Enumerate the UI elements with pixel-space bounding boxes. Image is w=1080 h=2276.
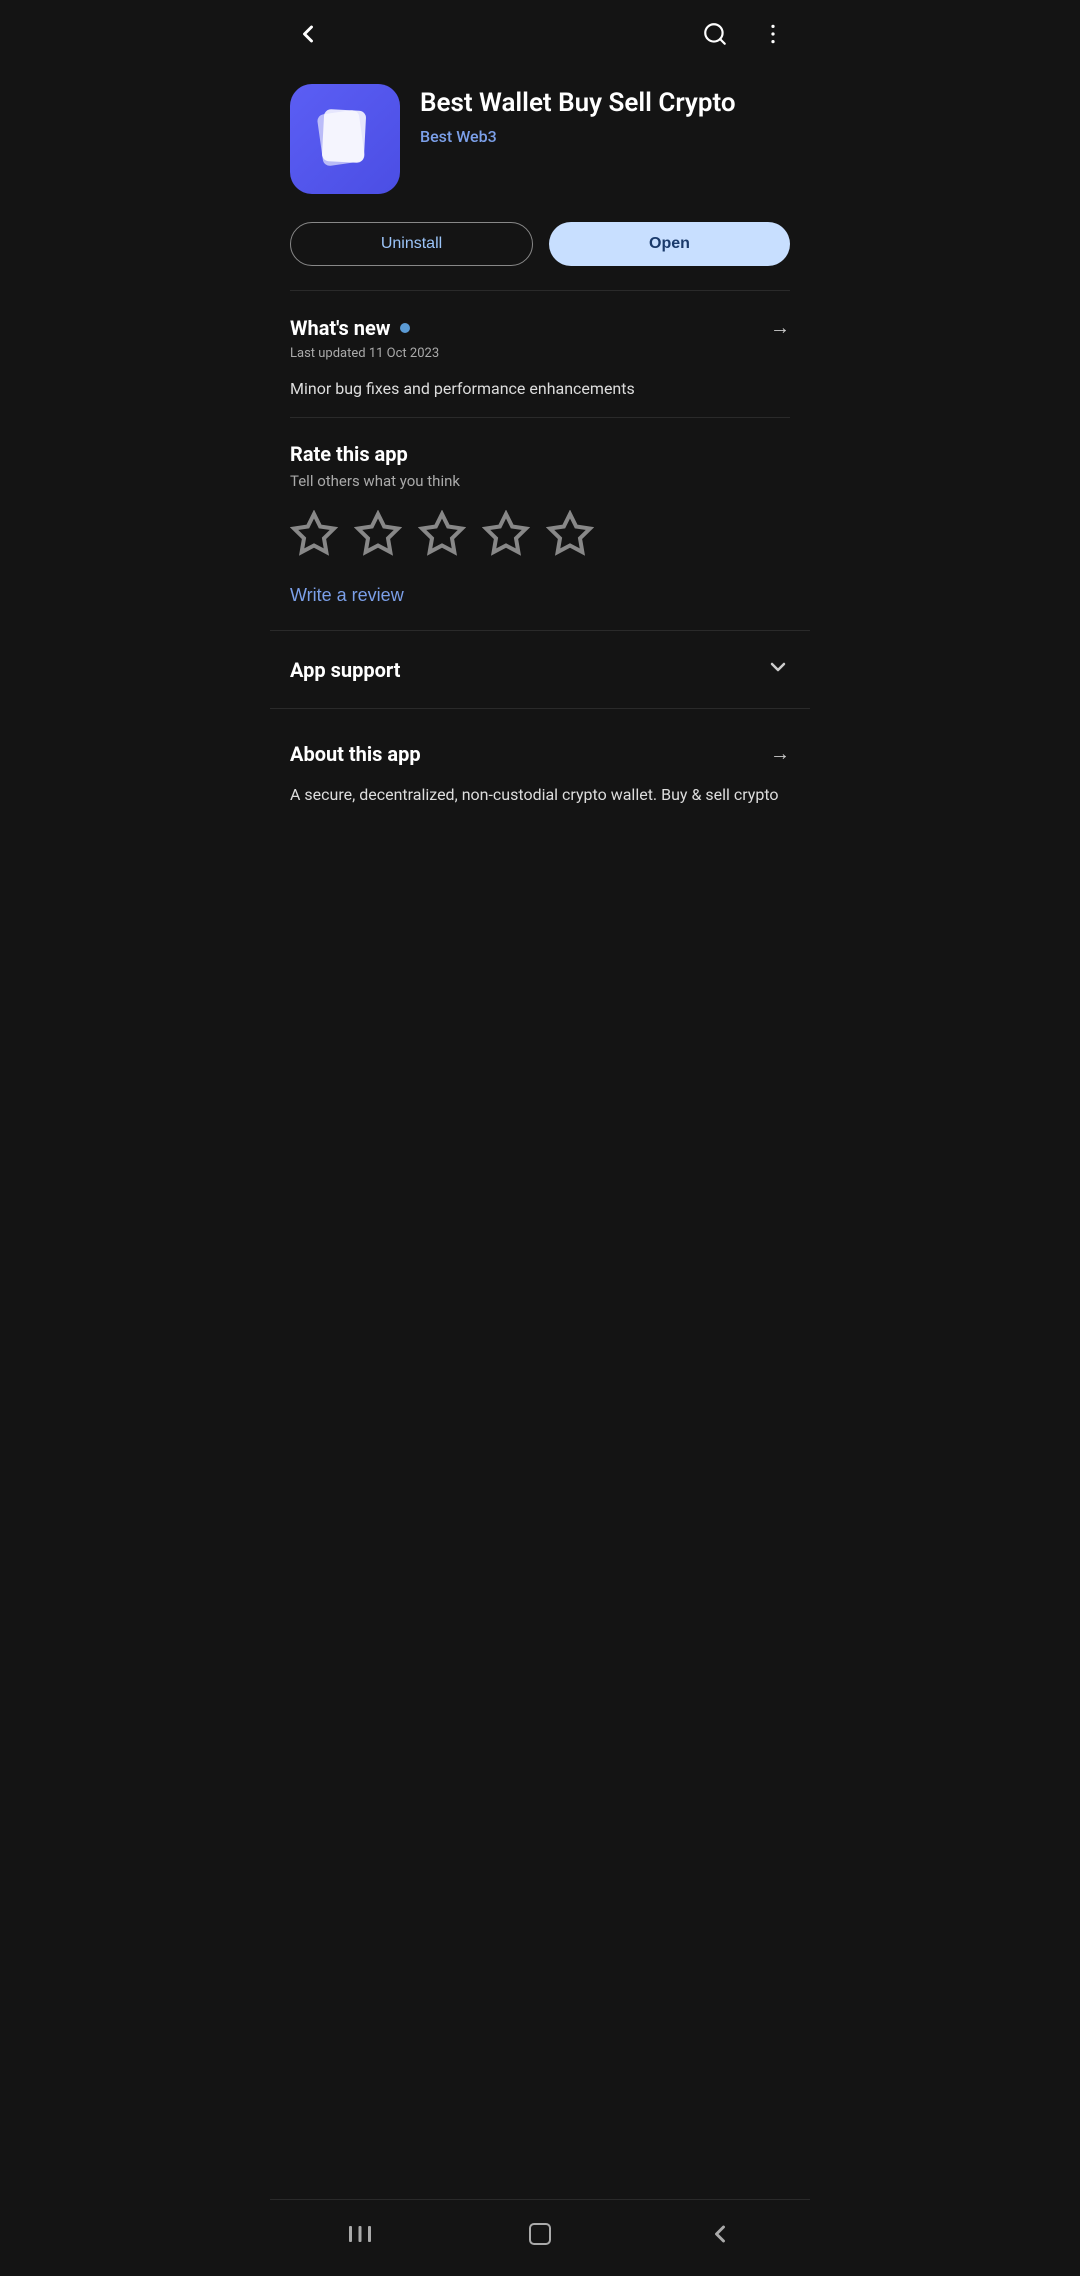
app-info: Best Wallet Buy Sell Crypto Best Web3 xyxy=(420,84,790,146)
bottom-navigation-bar xyxy=(270,2199,810,2276)
last-updated-text: Last updated 11 Oct 2023 xyxy=(290,346,790,361)
app-support-title: App support xyxy=(290,658,400,682)
back-button[interactable] xyxy=(290,16,326,52)
more-options-button[interactable] xyxy=(756,17,790,51)
top-bar-right xyxy=(698,17,790,51)
system-back-button[interactable] xyxy=(682,2212,758,2256)
star-5-button[interactable] xyxy=(546,510,594,561)
whats-new-title: What's new xyxy=(290,316,390,340)
about-app-arrow-icon: → xyxy=(770,741,790,766)
write-review-button[interactable]: Write a review xyxy=(290,585,404,606)
rate-app-section: Rate this app Tell others what you think xyxy=(270,418,810,622)
app-support-section[interactable]: App support xyxy=(270,630,810,709)
uninstall-button[interactable]: Uninstall xyxy=(290,222,533,266)
back-icon xyxy=(294,20,322,48)
home-icon xyxy=(526,2220,554,2248)
more-vertical-icon xyxy=(760,21,786,47)
star-5-icon xyxy=(546,510,594,558)
stars-row xyxy=(290,510,790,561)
system-back-icon xyxy=(706,2220,734,2248)
whats-new-header[interactable]: What's new → xyxy=(290,315,790,340)
chevron-icon-svg xyxy=(766,655,790,679)
star-1-button[interactable] xyxy=(290,510,338,561)
whats-new-content: Minor bug fixes and performance enhancem… xyxy=(290,377,790,401)
star-2-icon xyxy=(354,510,402,558)
search-icon xyxy=(702,21,728,47)
home-button[interactable] xyxy=(502,2212,578,2256)
about-app-title: About this app xyxy=(290,742,421,766)
app-logo-svg xyxy=(308,102,383,177)
star-4-button[interactable] xyxy=(482,510,530,561)
app-icon xyxy=(290,84,400,194)
open-button[interactable]: Open xyxy=(549,222,790,266)
whats-new-arrow-icon: → xyxy=(770,315,790,340)
top-bar-left xyxy=(290,16,326,52)
action-buttons: Uninstall Open xyxy=(270,214,810,290)
star-2-button[interactable] xyxy=(354,510,402,561)
rate-app-title: Rate this app xyxy=(290,442,790,466)
chevron-down-icon xyxy=(766,655,790,684)
whats-new-section: What's new → Last updated 11 Oct 2023 Mi… xyxy=(270,291,810,417)
recent-apps-icon xyxy=(346,2222,374,2246)
about-app-content: A secure, decentralized, non-custodial c… xyxy=(290,782,790,808)
search-button[interactable] xyxy=(698,17,732,51)
app-header: Best Wallet Buy Sell Crypto Best Web3 xyxy=(270,68,810,214)
top-navigation-bar xyxy=(270,0,810,68)
rate-app-subtitle: Tell others what you think xyxy=(290,472,790,490)
star-3-button[interactable] xyxy=(418,510,466,561)
app-developer: Best Web3 xyxy=(420,127,790,146)
star-1-icon xyxy=(290,510,338,558)
recent-apps-button[interactable] xyxy=(322,2214,398,2254)
app-title: Best Wallet Buy Sell Crypto xyxy=(420,88,790,119)
star-4-icon xyxy=(482,510,530,558)
new-indicator-dot xyxy=(400,323,410,333)
about-app-header[interactable]: About this app → xyxy=(290,741,790,766)
star-3-icon xyxy=(418,510,466,558)
about-app-section: About this app → A secure, decentralized… xyxy=(270,717,810,824)
whats-new-title-row: What's new xyxy=(290,316,410,340)
